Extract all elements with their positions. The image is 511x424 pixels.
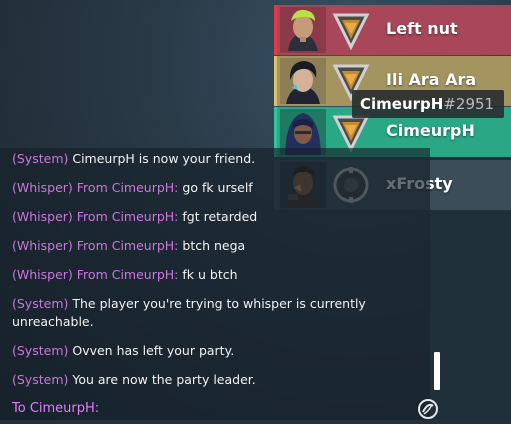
message-text: Ovven has left your party. [72, 343, 235, 358]
message-text: fk u btch [182, 267, 238, 282]
tooltip-player-name: CimeurpH#2951 [360, 95, 494, 113]
member-name: Ili Ara Ara [386, 70, 477, 89]
chat-message: (System) CimeurpH is now your friend. [12, 150, 422, 168]
message-channel: (Whisper) [12, 267, 73, 282]
message-channel: (Whisper) [12, 209, 73, 224]
member-accent [274, 5, 277, 55]
message-channel: (System) [12, 151, 69, 166]
bronze-rank-icon [328, 7, 374, 53]
message-channel: (System) [12, 372, 69, 387]
green-hair-agent-avatar [280, 7, 326, 53]
dark-hair-agent-avatar [280, 58, 326, 104]
message-sender[interactable]: From CimeurpH: [77, 267, 179, 282]
message-sender[interactable]: From CimeurpH: [77, 209, 179, 224]
message-sender[interactable]: From CimeurpH: [77, 180, 179, 195]
member-name: Left nut [386, 19, 458, 38]
player-name-tooltip: CimeurpH#2951 [352, 90, 504, 118]
chat-message: (System) The player you're trying to whi… [12, 295, 402, 331]
party-member-card[interactable]: Left nut [274, 5, 511, 55]
chat-settings-button[interactable] [416, 398, 440, 420]
chat-scrollbar[interactable] [434, 352, 440, 390]
chat-bubble-icon [418, 399, 438, 419]
member-name: CimeurpH [386, 121, 475, 140]
message-text: CimeurpH is now your friend. [72, 151, 256, 166]
tooltip-name: CimeurpH [360, 95, 444, 113]
message-text: go fk urself [182, 180, 253, 195]
chat-message: (System) Ovven has left your party. [12, 342, 422, 360]
message-channel: (Whisper) [12, 180, 73, 195]
message-text: btch nega [182, 238, 246, 253]
tooltip-tag: #2951 [443, 95, 495, 113]
message-text: You are now the party leader. [72, 372, 256, 387]
message-text: fgt retarded [182, 209, 258, 224]
chat-message: (Whisper) From CimeurpH: btch nega [12, 237, 422, 255]
chat-message: (Whisper) From CimeurpH: fk u btch [12, 266, 422, 284]
chat-message: (Whisper) From CimeurpH: go fk urself [12, 179, 422, 197]
message-channel: (Whisper) [12, 238, 73, 253]
chat-message: (System) You are now the party leader. [12, 371, 422, 389]
chat-input[interactable]: To CimeurpH: [12, 401, 99, 416]
message-channel: (System) [12, 296, 69, 311]
message-sender[interactable]: From CimeurpH: [77, 238, 179, 253]
message-channel: (System) [12, 343, 69, 358]
chat-message: (Whisper) From CimeurpH: fgt retarded [12, 208, 422, 226]
member-accent [274, 56, 277, 106]
